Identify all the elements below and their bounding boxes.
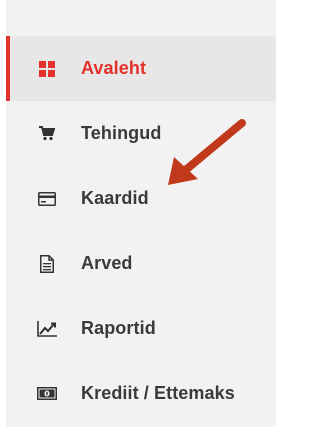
sidebar-item-label: Avaleht [81,58,147,78]
sidebar-item-arved[interactable]: Arved [6,231,276,296]
credit-card-icon [36,188,58,210]
sidebar-panel: Avaleht Tehingud Kaardid Arved Raportid … [6,0,276,427]
sidebar-item-label: Krediit / Ettemaks [81,383,235,403]
sidebar-item-label: Arved [81,253,133,273]
sidebar-item-tehingud[interactable]: Tehingud [6,101,276,166]
dashboard-grid-icon [36,58,58,80]
sidebar-item-krediit-ettemaks[interactable]: Krediit / Ettemaks [6,361,276,426]
money-icon [36,383,58,405]
sidebar-item-kaardid[interactable]: Kaardid [6,166,276,231]
sidebar-item-label: Raportid [81,318,156,338]
document-icon [36,253,58,275]
sidebar-item-raportid[interactable]: Raportid [6,296,276,361]
sidebar-item-label: Tehingud [81,123,162,143]
line-chart-icon [36,318,58,340]
sidebar-item-avaleht[interactable]: Avaleht [6,36,276,101]
sidebar-menu: Avaleht Tehingud Kaardid Arved Raportid … [6,36,276,426]
cart-icon [36,123,58,145]
sidebar-item-label: Kaardid [81,188,149,208]
